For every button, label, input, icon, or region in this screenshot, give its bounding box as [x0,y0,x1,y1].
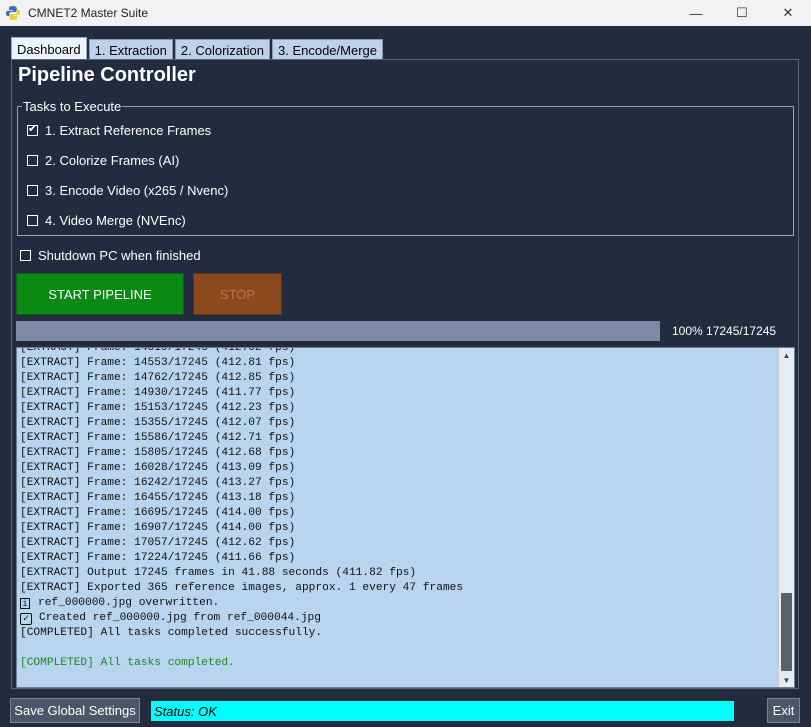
log-line: [EXTRACT] Frame: 15153/17245 (412.23 fps… [20,401,776,416]
log-line: [EXTRACT] Frame: 14930/17245 (411.77 fps… [20,386,776,401]
log-line: [EXTRACT] Frame: 15355/17245 (412.07 fps… [20,416,776,431]
python-icon [6,6,20,20]
log-line-text: Created ref_000000.jpg from ref_000044.j… [39,612,321,624]
log-line: [EXTRACT] Frame: 16695/17245 (414.00 fps… [20,506,776,521]
scroll-thumb[interactable] [781,593,792,671]
log-line: [EXTRACT] Frame: 16455/17245 (413.18 fps… [20,491,776,506]
task-colorize-row[interactable]: 2. Colorize Frames (AI) [27,153,179,168]
log-output[interactable]: [EXTRACT] Frame: 14319/17245 (412.02 fps… [16,347,795,688]
log-line-text: [EXTRACT] Frame: 14930/17245 (411.77 fps… [20,387,296,399]
save-global-settings-button[interactable]: Save Global Settings [10,698,140,723]
task-merge-checkbox[interactable] [27,215,38,226]
task-merge-row[interactable]: 4. Video Merge (NVEnc) [27,213,186,228]
scroll-up-icon[interactable]: ▲ [779,348,794,362]
task-colorize-checkbox[interactable] [27,155,38,166]
log-line-text: [EXTRACT] Frame: 15805/17245 (412.68 fps… [20,447,296,459]
window-title: CMNET2 Master Suite [28,6,149,20]
log-line-text: [EXTRACT] Frame: 14319/17245 (412.02 fps… [20,347,296,354]
log-line-text: [EXTRACT] Frame: 16242/17245 (413.27 fps… [20,477,296,489]
scroll-down-icon[interactable]: ▼ [779,673,794,687]
log-line: [EXTRACT] Frame: 16242/17245 (413.27 fps… [20,476,776,491]
progress-bar-fill [16,321,660,341]
task-encode-row[interactable]: 3. Encode Video (x265 / Nvenc) [27,183,228,198]
log-line: [EXTRACT] Frame: 14762/17245 (412.85 fps… [20,371,776,386]
log-line-text: [EXTRACT] Frame: 15586/17245 (412.71 fps… [20,432,296,444]
log-line: [EXTRACT] Frame: 14553/17245 (412.81 fps… [20,356,776,371]
log-line-text: ref_000000.jpg overwritten. [38,597,220,609]
log-line: [EXTRACT] Frame: 16907/17245 (414.00 fps… [20,521,776,536]
log-line: [EXTRACT] Exported 365 reference images,… [20,581,776,596]
task-extract-label: 1. Extract Reference Frames [45,123,212,138]
tab-colorization[interactable]: 2. Colorization [174,39,270,60]
task-encode-label: 3. Encode Video (x265 / Nvenc) [45,183,229,198]
log-line: [EXTRACT] Frame: 14319/17245 (412.02 fps… [20,347,776,356]
tab-bar: Dashboard 1. Extraction 2. Colorization … [11,37,385,60]
log-scrollbar[interactable]: ▲ ▼ [778,348,794,687]
task-colorize-label: 2. Colorize Frames (AI) [45,153,180,168]
task-extract-checkbox[interactable]: ✔ [27,123,38,136]
task-merge-label: 4. Video Merge (NVEnc) [45,213,186,228]
shutdown-label: Shutdown PC when finished [38,248,201,263]
shutdown-checkbox[interactable] [20,250,31,261]
log-line: ✓ Created ref_000000.jpg from ref_000044.… [20,611,776,626]
close-button[interactable]: ✕ [765,0,811,26]
page-title: Pipeline Controller [18,64,196,86]
log-line: [COMPLETED] All tasks completed successf… [20,626,776,641]
shutdown-row[interactable]: Shutdown PC when finished [20,248,201,263]
log-line: [EXTRACT] Frame: 16028/17245 (413.09 fps… [20,461,776,476]
log-line-text: [COMPLETED] All tasks completed. [20,657,235,669]
log-line: [COMPLETED] All tasks completed. [20,656,776,671]
minimize-button[interactable]: — [673,0,719,26]
log-lines: [EXTRACT] Frame: 14319/17245 (412.02 fps… [20,347,776,671]
log-line-text: [EXTRACT] Frame: 16907/17245 (414.00 fps… [20,522,296,534]
log-line-text: [EXTRACT] Frame: 17057/17245 (412.62 fps… [20,537,296,549]
progress-text: 100% 17245/17245 [672,324,777,338]
log-line-text: [EXTRACT] Frame: 14553/17245 (412.81 fps… [20,357,296,369]
log-line: [EXTRACT] Frame: 15586/17245 (412.71 fps… [20,431,776,446]
log-line-text: [EXTRACT] Frame: 15153/17245 (412.23 fps… [20,402,296,414]
log-line-text: [COMPLETED] All tasks completed successf… [20,627,323,639]
tab-extraction[interactable]: 1. Extraction [88,39,173,60]
log-line-text: [EXTRACT] Output 17245 frames in 41.88 s… [20,567,417,579]
log-line-text: [EXTRACT] Exported 365 reference images,… [20,582,464,594]
task-extract-row[interactable]: ✔ 1. Extract Reference Frames [27,123,211,138]
task-encode-checkbox[interactable] [27,185,38,196]
log-line: [EXTRACT] Frame: 17224/17245 (411.66 fps… [20,551,776,566]
start-pipeline-button[interactable]: START PIPELINE [16,273,184,315]
tab-encode-merge[interactable]: 3. Encode/Merge [271,39,383,60]
log-line-text: [EXTRACT] Frame: 16028/17245 (413.09 fps… [20,462,296,474]
checkmark-icon: ✔ [28,123,38,135]
tasks-group-label: Tasks to Execute [22,99,123,114]
log-line-text: [EXTRACT] Frame: 16695/17245 (414.00 fps… [20,507,296,519]
check-icon: ✓ [20,612,32,625]
stop-button[interactable]: STOP [193,273,282,315]
log-line: [EXTRACT] Frame: 17057/17245 (412.62 fps… [20,536,776,551]
log-line: [EXTRACT] Output 17245 frames in 41.88 s… [20,566,776,581]
log-line-text: [EXTRACT] Frame: 14762/17245 (412.85 fps… [20,372,296,384]
log-line: [EXTRACT] Frame: 15805/17245 (412.68 fps… [20,446,776,461]
progress-bar [16,321,660,341]
maximize-button[interactable]: ☐ [719,0,765,26]
log-line-text: [EXTRACT] Frame: 15355/17245 (412.07 fps… [20,417,296,429]
tab-dashboard[interactable]: Dashboard [11,37,87,60]
exit-button[interactable]: Exit [767,698,800,723]
log-line-text: [EXTRACT] Frame: 16455/17245 (413.18 fps… [20,492,296,504]
log-line: i ref_000000.jpg overwritten. [20,596,776,611]
info-icon: i [20,598,30,609]
log-line-text: [EXTRACT] Frame: 17224/17245 (411.66 fps… [20,552,296,564]
title-bar: CMNET2 Master Suite — ☐ ✕ [0,0,811,26]
status-bar: Status: OK [151,701,734,721]
